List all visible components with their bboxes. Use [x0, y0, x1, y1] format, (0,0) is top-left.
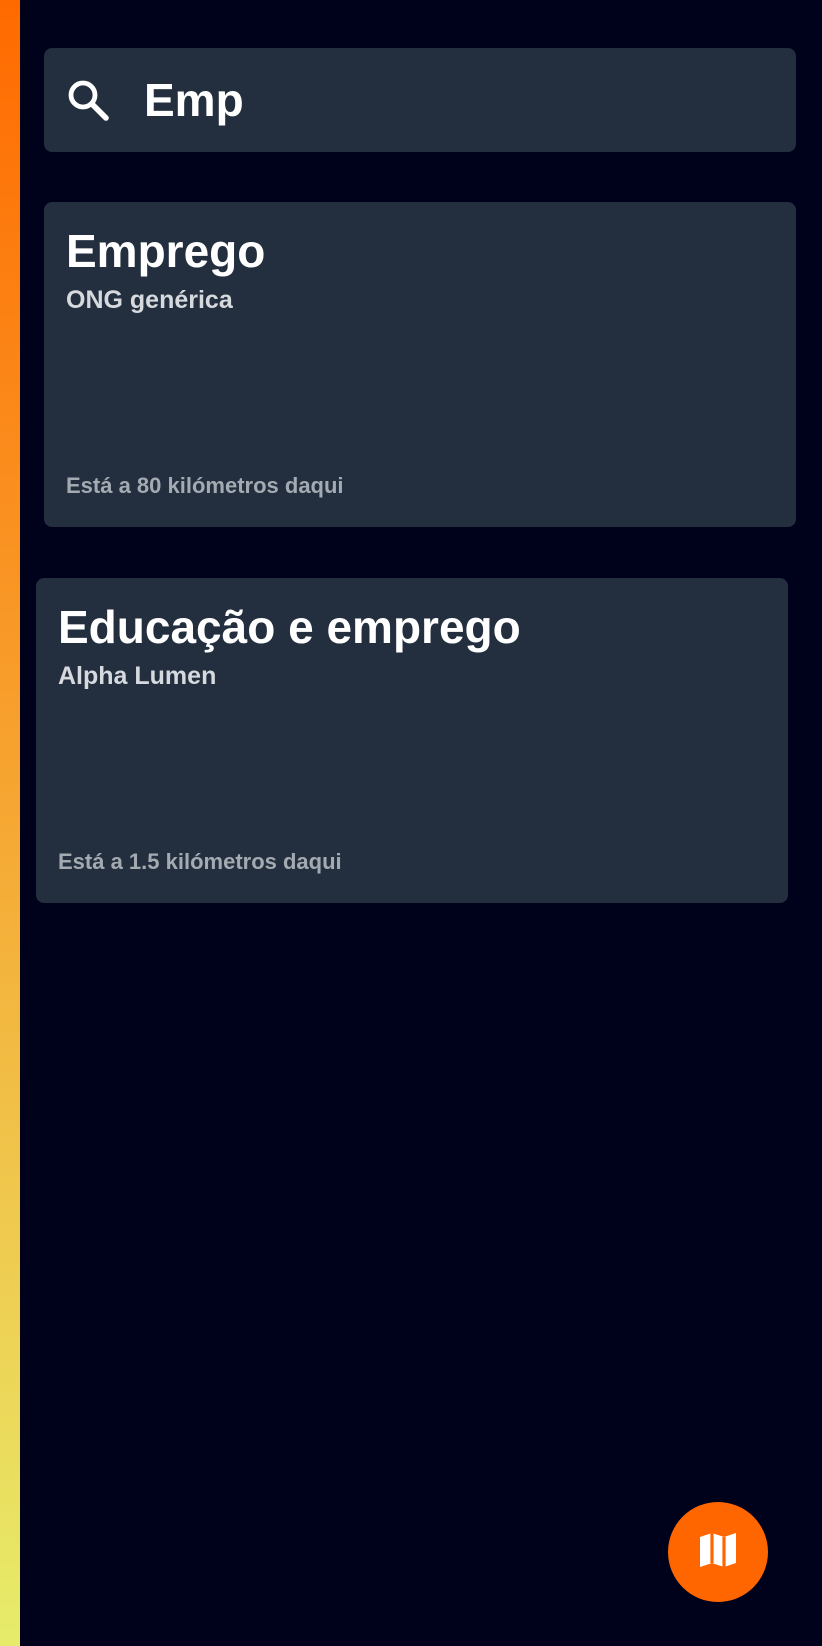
result-distance: Está a 1.5 kilómetros daqui [58, 849, 342, 874]
result-title: Educação e emprego [58, 601, 521, 653]
result-organization: Alpha Lumen [58, 662, 217, 690]
search-bar [44, 48, 796, 152]
side-accent-strip [0, 0, 20, 1646]
map-icon [694, 1526, 742, 1579]
map-view-button[interactable] [668, 1502, 768, 1602]
result-card-educacao-e-emprego[interactable]: Educação e emprego Alpha Lumen Está a 1.… [36, 578, 788, 903]
result-distance: Está a 80 kilómetros daqui [66, 473, 344, 498]
result-title: Emprego [66, 225, 266, 277]
result-card-emprego[interactable]: Emprego ONG genérica Está a 80 kilómetro… [44, 202, 796, 527]
search-input[interactable] [144, 70, 764, 130]
search-icon[interactable] [64, 76, 112, 124]
result-organization: ONG genérica [66, 286, 233, 314]
